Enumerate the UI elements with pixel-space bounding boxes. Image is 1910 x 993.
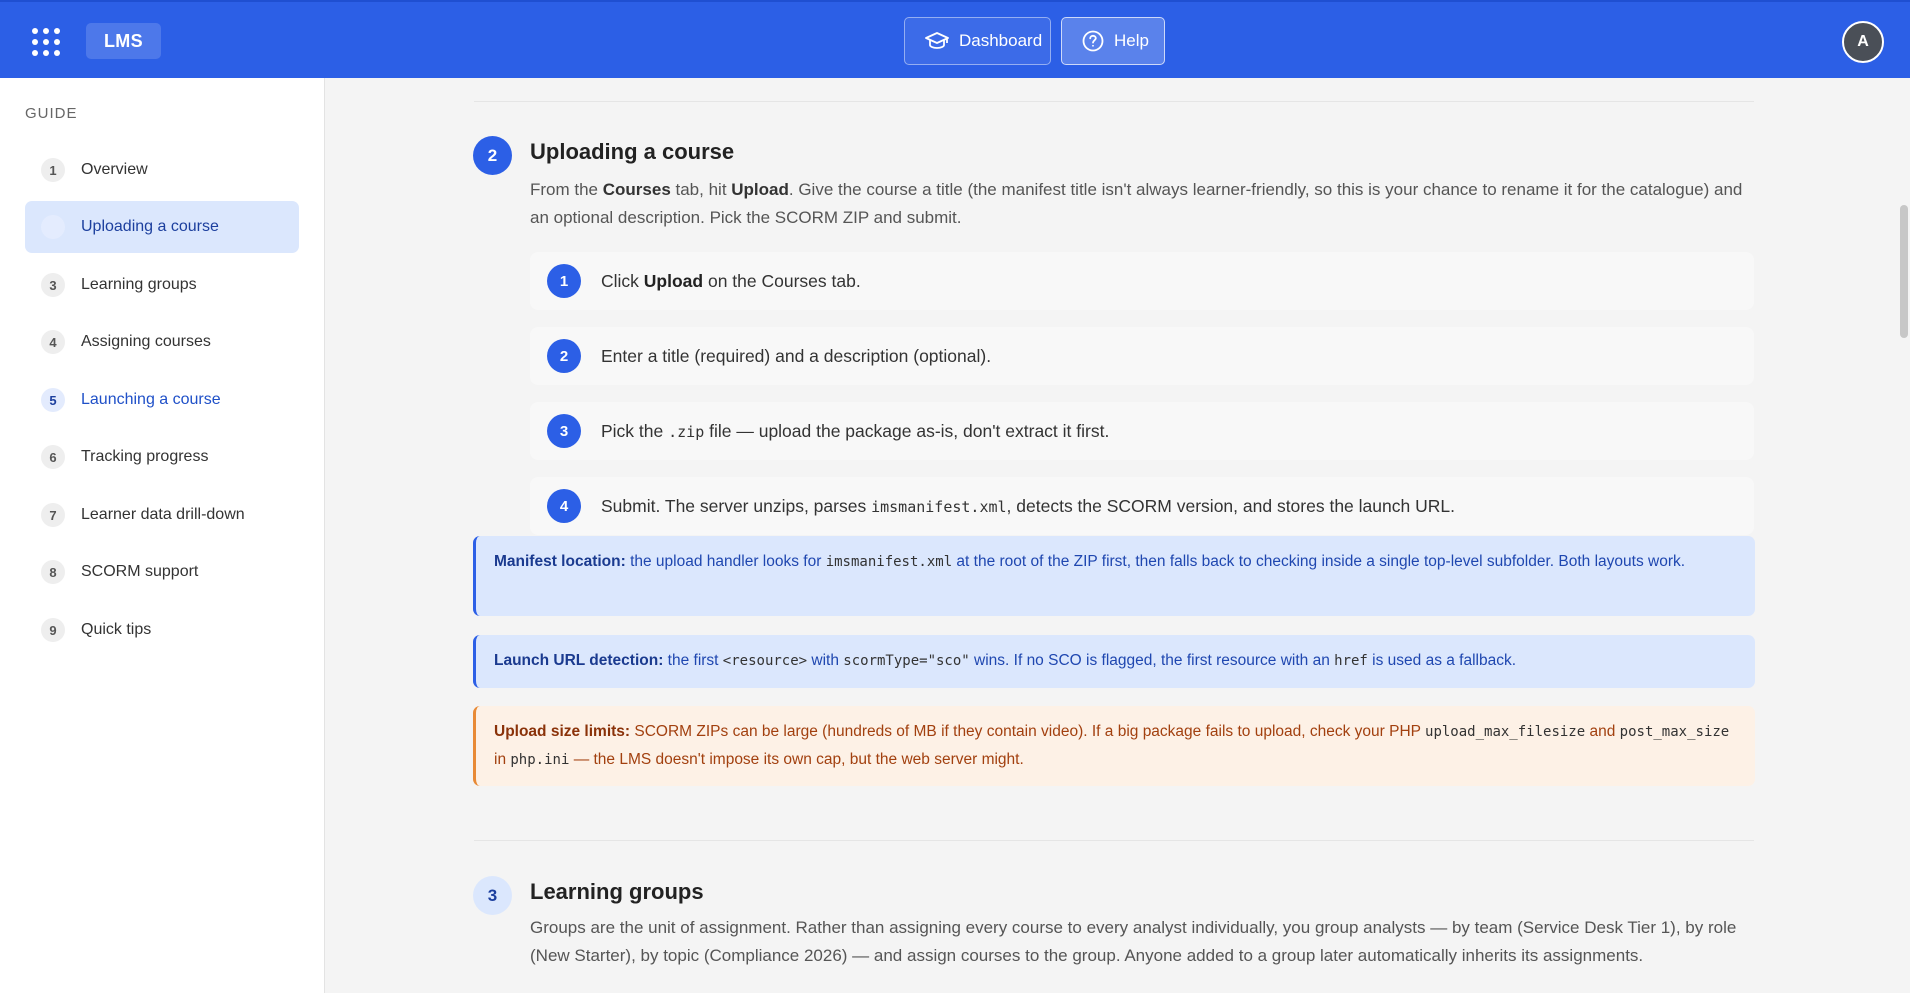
help-label: Help bbox=[1114, 31, 1149, 50]
sidebar-item-number: 2 bbox=[41, 215, 65, 239]
step-text-part: on the Courses tab. bbox=[703, 270, 861, 291]
sidebar-item-label: Overview bbox=[81, 161, 148, 178]
callout-text: at the root of the ZIP first, then falls… bbox=[952, 553, 1686, 570]
callout-label: Upload size limits: bbox=[494, 723, 631, 740]
callout-text: wins. If no SCO is flagged, the first re… bbox=[969, 652, 1335, 669]
sidebar-item-number: 5 bbox=[41, 388, 65, 412]
section-title: Learning groups bbox=[530, 879, 704, 904]
sidebar-item-number: 9 bbox=[41, 618, 65, 642]
intro-bold-courses: Courses bbox=[602, 180, 671, 199]
upload-step-3: 3 Pick the .zip file — upload the packag… bbox=[530, 402, 1754, 460]
upload-size-limits-callout: Upload size limits: SCORM ZIPs can be la… bbox=[473, 706, 1755, 786]
step-text-part: Pick the bbox=[601, 420, 669, 441]
step-text: Click Upload on the Courses tab. bbox=[601, 271, 861, 292]
section-number-badge: 3 bbox=[473, 876, 512, 915]
sidebar-title: GUIDE bbox=[25, 105, 78, 122]
callout-code: upload_max_filesize bbox=[1425, 724, 1586, 740]
page-scrollbar[interactable] bbox=[1896, 78, 1910, 993]
sidebar-item-overview[interactable]: 1 Overview bbox=[25, 144, 299, 196]
apps-grid-icon[interactable] bbox=[30, 26, 62, 58]
sidebar-item-scorm-support[interactable]: 8 SCORM support bbox=[25, 546, 299, 598]
step-text-bold: Upload bbox=[643, 270, 704, 291]
section-divider bbox=[474, 840, 1754, 841]
step-number-badge: 4 bbox=[547, 489, 581, 523]
dashboard-label: Dashboard bbox=[959, 31, 1043, 50]
callout-code: scormType="sco" bbox=[843, 653, 970, 669]
callout-text: and bbox=[1585, 723, 1620, 740]
upload-step-2: 2 Enter a title (required) and a descrip… bbox=[530, 327, 1754, 385]
callout-code: <resource> bbox=[722, 653, 808, 669]
callout-label: Launch URL detection: bbox=[494, 652, 664, 669]
intro-bold-upload: Upload bbox=[731, 180, 789, 199]
step-code: imsmanifest.xml bbox=[871, 497, 1007, 516]
callout-code: imsmanifest.xml bbox=[825, 554, 953, 570]
step-number-badge: 2 bbox=[547, 339, 581, 373]
intro-text: From the bbox=[530, 180, 603, 199]
brand-logo[interactable]: LMS bbox=[86, 23, 161, 59]
sidebar-item-label: Learning groups bbox=[81, 276, 197, 293]
sidebar-item-learning-groups[interactable]: 3 Learning groups bbox=[25, 259, 299, 311]
section-divider bbox=[474, 101, 1754, 102]
sidebar-item-label: Quick tips bbox=[81, 621, 152, 638]
callout-text: SCORM ZIPs can be large (hundreds of MB … bbox=[630, 723, 1426, 740]
callout-code: post_max_size bbox=[1619, 724, 1730, 740]
step-number-badge: 3 bbox=[547, 414, 581, 448]
callout-text: the first bbox=[663, 652, 723, 669]
sidebar-item-launching-a-course[interactable]: 5 Launching a course bbox=[25, 374, 299, 426]
step-text: Submit. The server unzips, parses imsman… bbox=[601, 496, 1455, 517]
callout-label: Manifest location: bbox=[494, 553, 626, 570]
callout-text: with bbox=[807, 652, 844, 669]
sidebar-item-number: 1 bbox=[41, 158, 65, 182]
step-number-badge: 1 bbox=[547, 264, 581, 298]
callout-text: — the LMS doesn't impose its own cap, bu… bbox=[569, 751, 1024, 768]
sidebar-item-number: 4 bbox=[41, 330, 65, 354]
callout-text: in bbox=[494, 751, 511, 768]
step-text: Enter a title (required) and a descripti… bbox=[601, 345, 992, 366]
step-text: Pick the .zip file — upload the package … bbox=[601, 421, 1109, 442]
intro-text: tab, hit bbox=[670, 180, 732, 199]
manifest-location-callout: Manifest location: the upload handler lo… bbox=[473, 536, 1755, 616]
guide-content: 2 Uploading a course From the Courses ta… bbox=[326, 78, 1896, 993]
sidebar-item-label: Learner data drill-down bbox=[81, 506, 245, 523]
graduation-cap-icon bbox=[925, 32, 949, 49]
step-text-part: file — upload the package as-is, don't e… bbox=[704, 420, 1110, 441]
launch-url-callout: Launch URL detection: the first <resourc… bbox=[473, 635, 1755, 688]
help-button[interactable]: Help bbox=[1061, 17, 1165, 65]
upload-step-1: 1 Click Upload on the Courses tab. bbox=[530, 252, 1754, 310]
sidebar-item-learner-data-drill-down[interactable]: 7 Learner data drill-down bbox=[25, 489, 299, 541]
guide-sidebar: GUIDE 1 Overview 2 Uploading a course 3 … bbox=[0, 78, 325, 993]
callout-code: href bbox=[1334, 653, 1368, 669]
section-number-badge: 2 bbox=[473, 136, 512, 175]
top-bar: LMS Dashboard Help A bbox=[0, 0, 1910, 78]
sidebar-item-number: 8 bbox=[41, 560, 65, 584]
step-text-part: Click bbox=[601, 270, 644, 291]
dashboard-button[interactable]: Dashboard bbox=[904, 17, 1051, 65]
callout-text: is used as a fallback. bbox=[1367, 652, 1517, 669]
sidebar-item-label: Assigning courses bbox=[81, 333, 211, 350]
sidebar-item-label: Launching a course bbox=[81, 391, 221, 408]
sidebar-item-assigning-courses[interactable]: 4 Assigning courses bbox=[25, 316, 299, 368]
section-intro: From the Courses tab, hit Upload. Give t… bbox=[530, 176, 1760, 232]
step-code: .zip bbox=[668, 422, 705, 441]
scrollbar-thumb[interactable] bbox=[1900, 205, 1908, 338]
callout-code: php.ini bbox=[510, 752, 570, 768]
step-text-part: , detects the SCORM version, and stores … bbox=[1006, 495, 1455, 516]
sidebar-item-number: 6 bbox=[41, 445, 65, 469]
sidebar-item-label: SCORM support bbox=[81, 563, 199, 580]
question-circle-icon bbox=[1082, 30, 1104, 52]
section-intro: Groups are the unit of assignment. Rathe… bbox=[530, 918, 1737, 965]
sidebar-item-tracking-progress[interactable]: 6 Tracking progress bbox=[25, 431, 299, 483]
callout-text: the upload handler looks for bbox=[625, 553, 826, 570]
sidebar-item-uploading-a-course[interactable]: 2 Uploading a course bbox=[25, 201, 299, 253]
step-text-part: Submit. The server unzips, parses bbox=[601, 495, 872, 516]
section-title: Uploading a course bbox=[530, 139, 735, 164]
sidebar-item-number: 7 bbox=[41, 503, 65, 527]
sidebar-item-number: 3 bbox=[41, 273, 65, 297]
upload-step-4: 4 Submit. The server unzips, parses imsm… bbox=[530, 477, 1754, 535]
sidebar-item-label: Uploading a course bbox=[81, 218, 219, 235]
sidebar-item-quick-tips[interactable]: 9 Quick tips bbox=[25, 604, 299, 656]
sidebar-item-label: Tracking progress bbox=[81, 448, 209, 465]
user-avatar[interactable]: A bbox=[1842, 21, 1884, 63]
